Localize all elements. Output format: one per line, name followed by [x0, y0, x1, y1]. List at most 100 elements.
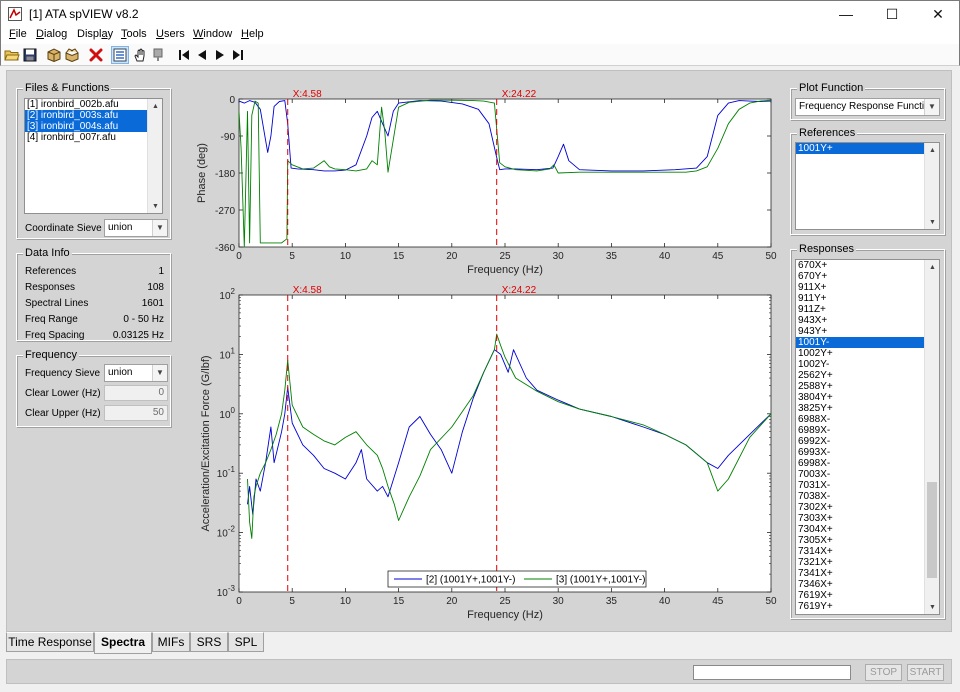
- y-axis-label: Acceleration/Excitation Force (G/lbf): [200, 355, 212, 531]
- phase-chart[interactable]: 0 5 10 15 20 25 30 35 40 45 50 0 -90 -180 -270 -360 Freq…: [185, 85, 785, 285]
- menu-users[interactable]: Users: [156, 28, 185, 40]
- data-info-value: 0 - 50 Hz: [123, 314, 164, 325]
- save-icon[interactable]: [21, 46, 39, 64]
- responses-list-item[interactable]: 1002Y-: [796, 359, 939, 370]
- tab-time-response[interactable]: Time Response: [6, 632, 94, 652]
- responses-list-item[interactable]: 6998X-: [796, 458, 939, 469]
- responses-list-scrollbar[interactable]: ▲ ▼: [924, 260, 939, 614]
- scroll-down-icon[interactable]: ▼: [148, 199, 162, 213]
- box-open-icon[interactable]: [63, 46, 81, 64]
- chevron-down-icon[interactable]: ▼: [152, 365, 167, 381]
- responses-list-item[interactable]: 7031X-: [796, 480, 939, 491]
- responses-list-item[interactable]: 7346X+: [796, 579, 939, 590]
- prev-icon[interactable]: [193, 46, 211, 64]
- responses-list-item[interactable]: 6988X-: [796, 414, 939, 425]
- next-icon[interactable]: [211, 46, 229, 64]
- files-list-scrollbar[interactable]: ▲ ▼: [147, 99, 162, 213]
- responses-list-item[interactable]: 6992X-: [796, 436, 939, 447]
- tab-spl[interactable]: SPL: [228, 632, 264, 652]
- menu-tools[interactable]: Tools: [121, 28, 147, 40]
- close-window-button[interactable]: ✕: [915, 1, 960, 27]
- references-list[interactable]: 1001Y+ ▲ ▼: [795, 142, 940, 230]
- x-tick-label: 25: [499, 251, 511, 262]
- responses-list-item[interactable]: 3825Y+: [796, 403, 939, 414]
- files-list-item[interactable]: [4] ironbird_007r.afu: [25, 132, 162, 143]
- responses-list-item[interactable]: 7619Y+: [796, 601, 939, 612]
- responses-list-item[interactable]: 7321X+: [796, 557, 939, 568]
- scroll-up-icon[interactable]: ▲: [925, 260, 939, 274]
- files-list[interactable]: [1] ironbird_002b.afu [2] ironbird_003s.a…: [24, 98, 163, 214]
- references-list-scrollbar[interactable]: ▲ ▼: [924, 143, 939, 229]
- frequency-sieve-select[interactable]: union ▼: [104, 364, 168, 382]
- menu-window[interactable]: Window: [193, 28, 232, 40]
- files-list-item[interactable]: [3] ironbird_004s.afu: [25, 121, 162, 132]
- responses-list-item[interactable]: 6989X-: [796, 425, 939, 436]
- scroll-down-icon[interactable]: ▼: [925, 600, 939, 614]
- chevron-down-icon[interactable]: ▼: [152, 220, 167, 236]
- box-icon[interactable]: [45, 46, 63, 64]
- responses-list-item[interactable]: 2588Y+: [796, 381, 939, 392]
- responses-list-item[interactable]: 7304X+: [796, 524, 939, 535]
- responses-list-item[interactable]: 7303X+: [796, 513, 939, 524]
- menu-file[interactable]: File: [9, 28, 27, 40]
- clear-upper-field[interactable]: 50: [104, 405, 168, 421]
- first-icon[interactable]: [175, 46, 193, 64]
- responses-list-item[interactable]: 7302X+: [796, 502, 939, 513]
- x-axis-label: Frequency (Hz): [467, 609, 543, 621]
- minimize-button[interactable]: —: [823, 1, 869, 27]
- responses-list-item[interactable]: 943X+: [796, 315, 939, 326]
- hand-icon[interactable]: [131, 46, 149, 64]
- magnitude-chart[interactable]: 0 5 10 15 20 25 30 35 40 45 50 102 101 100 10-1 10-2 10-…: [185, 281, 785, 629]
- responses-list-item[interactable]: 7341X+: [796, 568, 939, 579]
- responses-list-item[interactable]: 6993X-: [796, 447, 939, 458]
- scroll-down-icon[interactable]: ▼: [925, 215, 939, 229]
- menu-dialog[interactable]: Dialog: [36, 28, 67, 40]
- chevron-down-icon[interactable]: ▼: [924, 99, 939, 115]
- files-list-item[interactable]: [2] ironbird_003s.afu: [25, 110, 162, 121]
- responses-list-item[interactable]: 1001Y-: [796, 337, 939, 348]
- scroll-up-icon[interactable]: ▲: [148, 99, 162, 113]
- select-icon[interactable]: [111, 46, 129, 64]
- responses-list-item[interactable]: 670X+: [796, 260, 939, 271]
- tab-mifs[interactable]: MIFs: [152, 632, 190, 652]
- delete-icon[interactable]: [87, 46, 105, 64]
- scrollbar-thumb[interactable]: [927, 482, 937, 578]
- plot-function-value: Frequency Response Function: [799, 101, 936, 112]
- responses-list-item[interactable]: 911Z+: [796, 304, 939, 315]
- coordinate-sieve-select[interactable]: union ▼: [104, 219, 168, 237]
- responses-list-item[interactable]: 911Y+: [796, 293, 939, 304]
- menu-display[interactable]: Display: [77, 28, 113, 40]
- responses-list[interactable]: 670X+ 670Y+ 911X+ 911Y+ 911Z+ 943X+ 943Y+ 1001Y…: [795, 259, 940, 615]
- responses-list-item[interactable]: 670Y+: [796, 271, 939, 282]
- tab-srs[interactable]: SRS: [190, 632, 228, 652]
- menu-help[interactable]: Help: [241, 28, 264, 40]
- y-tick-label: 0: [229, 95, 235, 106]
- responses-list-item[interactable]: 7305X+: [796, 535, 939, 546]
- clear-lower-field[interactable]: 0: [104, 385, 168, 401]
- x-tick-label: 30: [553, 596, 565, 607]
- last-icon[interactable]: [229, 46, 247, 64]
- maximize-button[interactable]: ☐: [869, 1, 915, 27]
- scroll-up-icon[interactable]: ▲: [925, 143, 939, 157]
- plot-function-title: Plot Function: [797, 82, 866, 94]
- responses-list-item[interactable]: 1002Y+: [796, 348, 939, 359]
- start-button[interactable]: START: [907, 664, 944, 681]
- x-axis-label: Frequency (Hz): [467, 264, 543, 276]
- app-icon: [8, 7, 22, 21]
- responses-list-item[interactable]: 943Y+: [796, 326, 939, 337]
- references-list-item[interactable]: 1001Y+: [796, 143, 939, 154]
- plot-function-select[interactable]: Frequency Response Function ▼: [795, 98, 940, 116]
- responses-list-item[interactable]: 7038X-: [796, 491, 939, 502]
- cursor-label: X:24.22: [502, 285, 537, 296]
- responses-list-item[interactable]: 7003X-: [796, 469, 939, 480]
- responses-list-item[interactable]: 3804Y+: [796, 392, 939, 403]
- stop-button[interactable]: STOP: [865, 664, 902, 681]
- tab-spectra[interactable]: Spectra: [94, 632, 152, 654]
- pan-icon[interactable]: [149, 46, 167, 64]
- responses-list-item[interactable]: 7314X+: [796, 546, 939, 557]
- responses-list-item[interactable]: 911X+: [796, 282, 939, 293]
- responses-list-item[interactable]: 7619X+: [796, 590, 939, 601]
- files-list-item[interactable]: [1] ironbird_002b.afu: [25, 99, 162, 110]
- responses-list-item[interactable]: 2562Y+: [796, 370, 939, 381]
- open-folder-icon[interactable]: [3, 46, 21, 64]
